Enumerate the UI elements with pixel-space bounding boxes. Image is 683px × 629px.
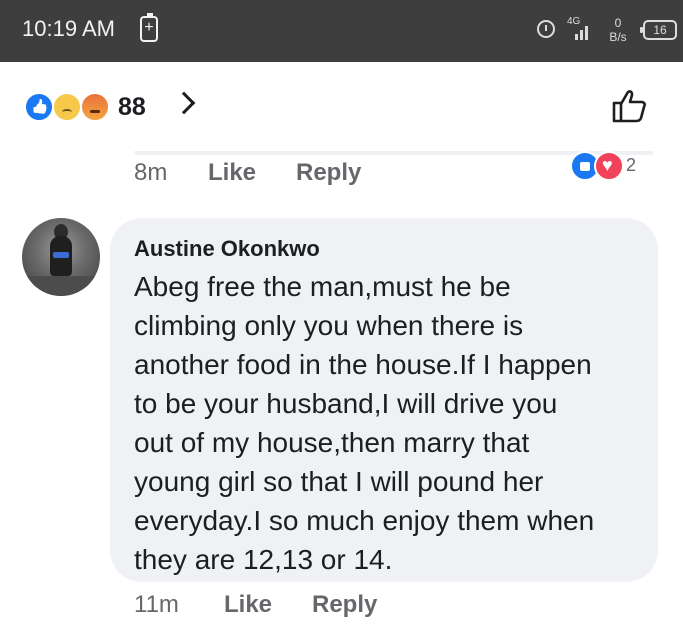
thumbs-up-outline-icon[interactable] bbox=[609, 86, 649, 126]
comment-text-line: climbing only you when there is bbox=[134, 310, 524, 341]
reactions-header[interactable]: 88 bbox=[0, 62, 683, 152]
comment-text-line: to be your husband,I will drive you bbox=[134, 388, 558, 419]
previous-comment-reaction-count: 2 bbox=[626, 155, 637, 175]
comment-text-line: they are 12,13 or 14. bbox=[134, 544, 393, 575]
signal-icon: 4G bbox=[567, 16, 591, 44]
sad-reaction-icon bbox=[52, 92, 82, 122]
comment-time: 11m bbox=[134, 591, 179, 618]
love-reaction-icon bbox=[594, 151, 624, 181]
comment-text-line: another food in the house.If I happen bbox=[134, 349, 592, 380]
status-bar: 10:19 AM + 4G 0 B/s 16 bbox=[0, 0, 683, 62]
comment-bubble: Austine Okonkwo Abeg free the man,must h… bbox=[110, 218, 658, 582]
previous-comment-reply-button[interactable]: Reply bbox=[296, 159, 361, 187]
comment-text-line: everyday.I so much enjoy them when bbox=[134, 505, 595, 536]
angry-reaction-icon bbox=[80, 92, 110, 122]
network-type-label: 4G bbox=[567, 16, 581, 27]
comment-text-line: Abeg free the man,must he be bbox=[134, 271, 511, 302]
like-reaction-icon bbox=[24, 92, 54, 122]
comment-text: Abeg free the man,must he be climbing on… bbox=[134, 267, 644, 579]
net-speed-unit: B/s bbox=[609, 30, 627, 44]
comment-reply-button[interactable]: Reply bbox=[312, 591, 377, 619]
previous-comment-like-button[interactable]: Like bbox=[208, 159, 256, 187]
previous-comment-reactions[interactable]: 2 bbox=[566, 151, 676, 185]
alarm-clock-icon bbox=[537, 20, 555, 38]
comment-like-button[interactable]: Like bbox=[224, 591, 272, 619]
battery-level: 16 bbox=[653, 23, 667, 37]
net-speed-value: 0 bbox=[614, 16, 622, 30]
status-time: 10:19 AM bbox=[22, 16, 115, 41]
battery-icon: 16 bbox=[640, 20, 677, 40]
comment-author[interactable]: Austine Okonkwo bbox=[134, 236, 320, 262]
chevron-right-icon[interactable] bbox=[172, 91, 196, 115]
net-speed-indicator: 0 B/s bbox=[603, 16, 633, 44]
previous-comment-actions: 8m Like Reply 2 bbox=[0, 151, 683, 201]
comment-text-line: young girl so that I will pound her bbox=[134, 466, 544, 497]
avatar[interactable] bbox=[22, 218, 100, 296]
comment-text-line: out of my house,then marry that bbox=[134, 427, 530, 458]
battery-saver-symbol: + bbox=[144, 19, 154, 36]
reaction-count[interactable]: 88 bbox=[118, 93, 146, 122]
previous-comment-time: 8m bbox=[134, 159, 168, 186]
battery-saver-icon: + bbox=[140, 13, 158, 42]
